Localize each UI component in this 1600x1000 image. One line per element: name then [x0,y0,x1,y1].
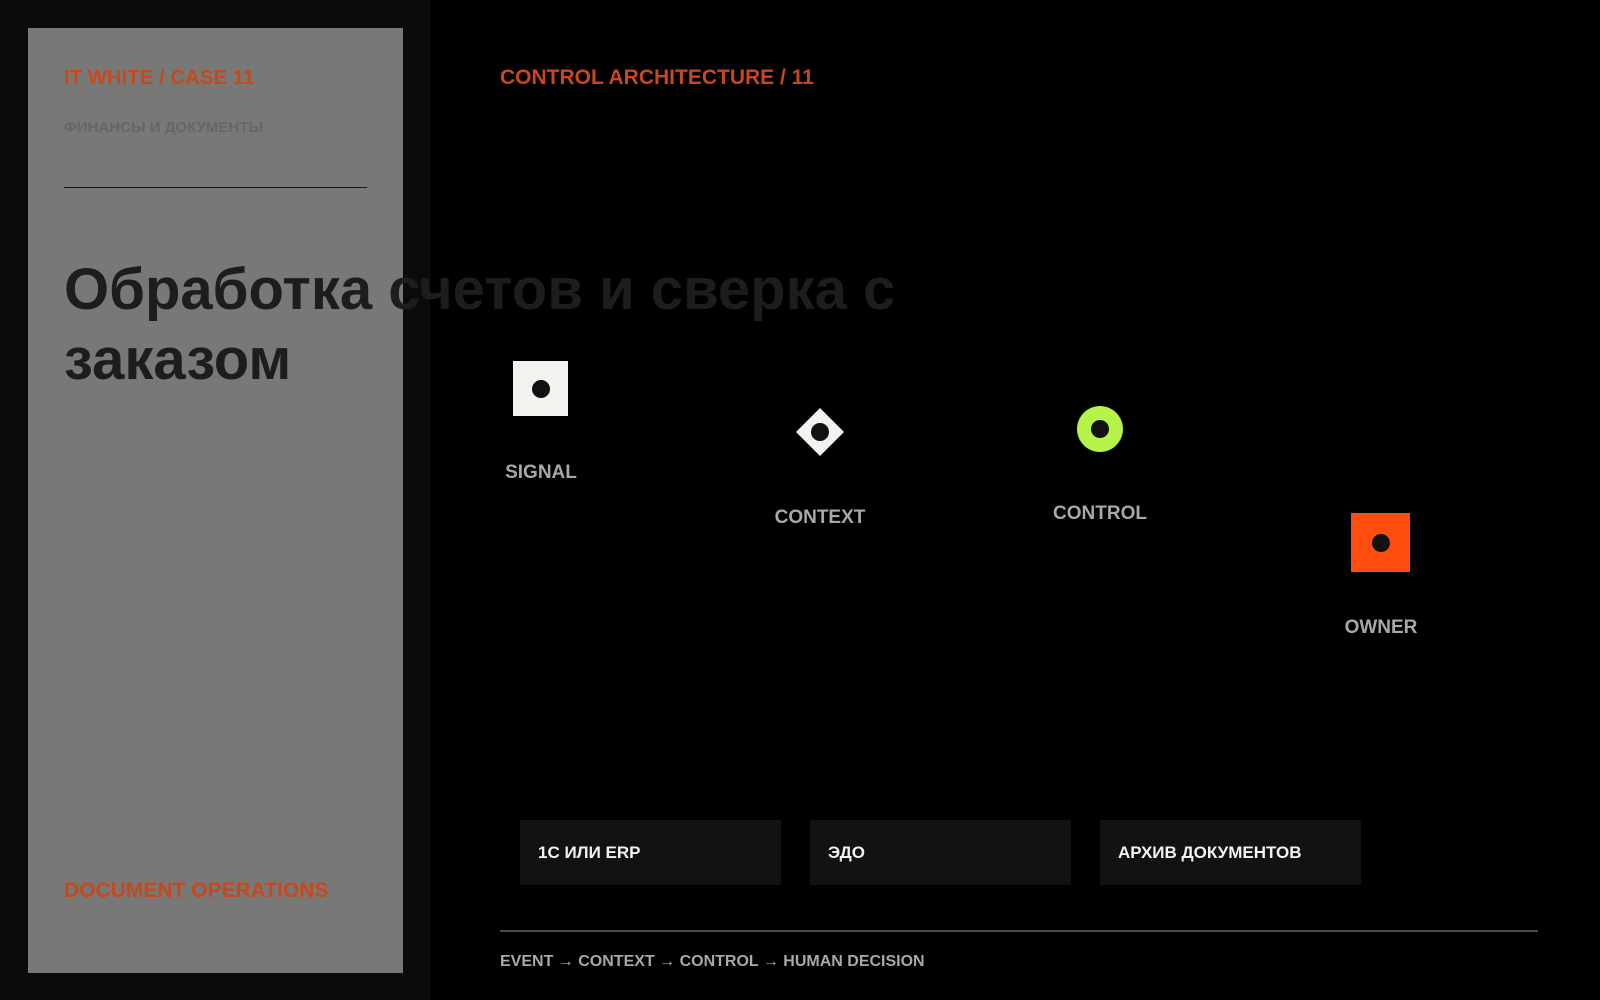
system-card: АРХИВ ДОКУМЕНТОВ [1100,820,1361,885]
category-label: ФИНАНСЫ И ДОКУМЕНТЫ [64,119,264,136]
node-label: CONTEXT [774,507,866,528]
divider [64,187,367,188]
ring-icon [1077,406,1123,452]
system-label: ЭДО [828,842,866,862]
node-label: CONTROL [1053,503,1147,524]
square-dot-icon [513,361,568,416]
flow-caption: EVENT → CONTEXT → CONTROL → HUMAN DECISI… [500,953,925,970]
operations-label: DOCUMENT OPERATIONS [64,879,329,902]
case-tag: IT WHITE / CASE 11 [64,67,255,89]
page: IT WHITE / CASE 11 ФИНАНСЫ И ДОКУМЕНТЫ О… [0,0,1600,1000]
node-label: SIGNAL [505,462,577,483]
system-label: АРХИВ ДОКУМЕНТОВ [1118,842,1302,862]
left-panel [28,28,403,973]
node-label: OWNER [1344,617,1418,638]
system-card: ЭДО [810,820,1071,885]
case-title: Обработка счетов и сверка с заказом [64,257,896,392]
system-label: 1С ИЛИ ERP [538,842,641,862]
system-card: 1С ИЛИ ERP [520,820,781,885]
bottom-divider [500,930,1538,932]
diamond-dot-icon [795,407,845,457]
architecture-title: CONTROL ARCHITECTURE / 11 [500,66,814,89]
square-dot-icon [1351,513,1410,572]
